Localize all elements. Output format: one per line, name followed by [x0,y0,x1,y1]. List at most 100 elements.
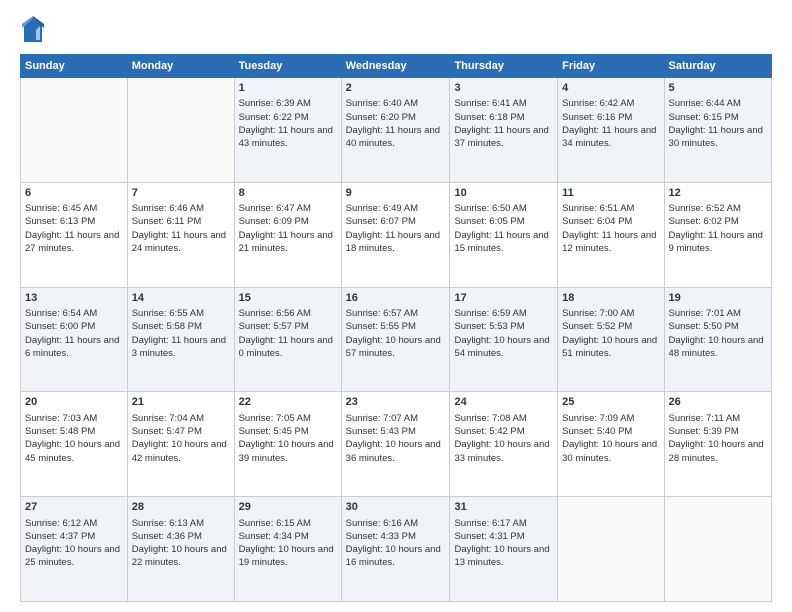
day-number: 12 [669,186,767,201]
day-number: 9 [346,186,446,201]
day-number: 2 [346,81,446,96]
day-info: Sunrise: 6:59 AM Sunset: 5:53 PM Dayligh… [454,307,553,360]
day-info: Sunrise: 6:40 AM Sunset: 6:20 PM Dayligh… [346,97,446,150]
calendar-cell: 17Sunrise: 6:59 AM Sunset: 5:53 PM Dayli… [450,287,558,392]
calendar-cell: 20Sunrise: 7:03 AM Sunset: 5:48 PM Dayli… [21,392,128,497]
calendar-cell: 5Sunrise: 6:44 AM Sunset: 6:15 PM Daylig… [664,78,771,183]
day-info: Sunrise: 7:07 AM Sunset: 5:43 PM Dayligh… [346,412,446,465]
day-info: Sunrise: 6:51 AM Sunset: 6:04 PM Dayligh… [562,202,659,255]
header-saturday: Saturday [664,55,771,78]
day-info: Sunrise: 6:49 AM Sunset: 6:07 PM Dayligh… [346,202,446,255]
day-number: 3 [454,81,553,96]
day-info: Sunrise: 6:12 AM Sunset: 4:37 PM Dayligh… [25,517,123,570]
day-info: Sunrise: 6:56 AM Sunset: 5:57 PM Dayligh… [239,307,337,360]
day-number: 24 [454,395,553,410]
header-friday: Friday [558,55,664,78]
calendar-cell: 10Sunrise: 6:50 AM Sunset: 6:05 PM Dayli… [450,182,558,287]
day-info: Sunrise: 6:57 AM Sunset: 5:55 PM Dayligh… [346,307,446,360]
calendar-cell: 31 Sunrise: 6:17 AM Sunset: 4:31 PM Dayli… [450,497,558,602]
day-info: Sunrise: 7:00 AM Sunset: 5:52 PM Dayligh… [562,307,659,360]
header-tuesday: Tuesday [234,55,341,78]
header [20,16,772,44]
calendar-cell [558,497,664,602]
day-info: Sunrise: 6:44 AM Sunset: 6:15 PM Dayligh… [669,97,767,150]
calendar-cell: 14Sunrise: 6:55 AM Sunset: 5:58 PM Dayli… [127,287,234,392]
calendar-week-row: 20Sunrise: 7:03 AM Sunset: 5:48 PM Dayli… [21,392,772,497]
day-info: Sunrise: 6:41 AM Sunset: 6:18 PM Dayligh… [454,97,553,150]
calendar-cell: 23Sunrise: 7:07 AM Sunset: 5:43 PM Dayli… [341,392,450,497]
day-info: Sunrise: 7:05 AM Sunset: 5:45 PM Dayligh… [239,412,337,465]
calendar-week-row: 27 Sunrise: 6:12 AM Sunset: 4:37 PM Dayli… [21,497,772,602]
day-number: 4 [562,81,659,96]
calendar-cell: 30 Sunrise: 6:16 AM Sunset: 4:33 PM Dayli… [341,497,450,602]
calendar-cell [664,497,771,602]
calendar-cell: 24 Sunrise: 7:08 AM Sunset: 5:42 PM Dayli… [450,392,558,497]
day-number: 19 [669,291,767,306]
calendar-cell: 22 Sunrise: 7:05 AM Sunset: 5:45 PM Dayli… [234,392,341,497]
day-info: Sunrise: 7:04 AM Sunset: 5:47 PM Dayligh… [132,412,230,465]
day-number: 29 [239,500,337,515]
day-number: 6 [25,186,123,201]
day-info: Sunrise: 6:55 AM Sunset: 5:58 PM Dayligh… [132,307,230,360]
calendar-cell: 25 Sunrise: 7:09 AM Sunset: 5:40 PM Dayli… [558,392,664,497]
calendar-week-row: 6Sunrise: 6:45 AM Sunset: 6:13 PM Daylig… [21,182,772,287]
day-number: 10 [454,186,553,201]
day-number: 30 [346,500,446,515]
calendar-cell: 27 Sunrise: 6:12 AM Sunset: 4:37 PM Dayli… [21,497,128,602]
calendar-cell: 12Sunrise: 6:52 AM Sunset: 6:02 PM Dayli… [664,182,771,287]
header-thursday: Thursday [450,55,558,78]
calendar-cell [21,78,128,183]
calendar-cell: 8Sunrise: 6:47 AM Sunset: 6:09 PM Daylig… [234,182,341,287]
day-info: Sunrise: 7:08 AM Sunset: 5:42 PM Dayligh… [454,412,553,465]
day-info: Sunrise: 6:13 AM Sunset: 4:36 PM Dayligh… [132,517,230,570]
calendar-cell: 7Sunrise: 6:46 AM Sunset: 6:11 PM Daylig… [127,182,234,287]
calendar-cell: 18Sunrise: 7:00 AM Sunset: 5:52 PM Dayli… [558,287,664,392]
calendar-week-row: 13Sunrise: 6:54 AM Sunset: 6:00 PM Dayli… [21,287,772,392]
day-number: 8 [239,186,337,201]
day-number: 18 [562,291,659,306]
day-number: 1 [239,81,337,96]
calendar-cell: 3Sunrise: 6:41 AM Sunset: 6:18 PM Daylig… [450,78,558,183]
day-info: Sunrise: 6:17 AM Sunset: 4:31 PM Dayligh… [454,517,553,570]
day-number: 7 [132,186,230,201]
day-info: Sunrise: 7:01 AM Sunset: 5:50 PM Dayligh… [669,307,767,360]
day-info: Sunrise: 6:42 AM Sunset: 6:16 PM Dayligh… [562,97,659,150]
day-number: 26 [669,395,767,410]
day-info: Sunrise: 6:16 AM Sunset: 4:33 PM Dayligh… [346,517,446,570]
calendar-cell: 4Sunrise: 6:42 AM Sunset: 6:16 PM Daylig… [558,78,664,183]
calendar-cell: 19Sunrise: 7:01 AM Sunset: 5:50 PM Dayli… [664,287,771,392]
day-number: 28 [132,500,230,515]
calendar-cell: 11Sunrise: 6:51 AM Sunset: 6:04 PM Dayli… [558,182,664,287]
logo [20,16,46,44]
header-sunday: Sunday [21,55,128,78]
day-info: Sunrise: 7:09 AM Sunset: 5:40 PM Dayligh… [562,412,659,465]
day-number: 16 [346,291,446,306]
calendar-table: SundayMondayTuesdayWednesdayThursdayFrid… [20,54,772,602]
day-number: 17 [454,291,553,306]
calendar-cell: 15Sunrise: 6:56 AM Sunset: 5:57 PM Dayli… [234,287,341,392]
day-info: Sunrise: 6:15 AM Sunset: 4:34 PM Dayligh… [239,517,337,570]
day-info: Sunrise: 6:54 AM Sunset: 6:00 PM Dayligh… [25,307,123,360]
calendar-cell: 6Sunrise: 6:45 AM Sunset: 6:13 PM Daylig… [21,182,128,287]
day-number: 22 [239,395,337,410]
day-number: 27 [25,500,123,515]
day-number: 15 [239,291,337,306]
day-number: 25 [562,395,659,410]
calendar-cell [127,78,234,183]
day-info: Sunrise: 6:39 AM Sunset: 6:22 PM Dayligh… [239,97,337,150]
header-wednesday: Wednesday [341,55,450,78]
day-info: Sunrise: 7:03 AM Sunset: 5:48 PM Dayligh… [25,412,123,465]
day-info: Sunrise: 6:46 AM Sunset: 6:11 PM Dayligh… [132,202,230,255]
header-monday: Monday [127,55,234,78]
calendar-cell: 29 Sunrise: 6:15 AM Sunset: 4:34 PM Dayli… [234,497,341,602]
calendar-cell: 13Sunrise: 6:54 AM Sunset: 6:00 PM Dayli… [21,287,128,392]
day-info: Sunrise: 6:47 AM Sunset: 6:09 PM Dayligh… [239,202,337,255]
calendar-week-row: 1Sunrise: 6:39 AM Sunset: 6:22 PM Daylig… [21,78,772,183]
day-number: 31 [454,500,553,515]
day-info: Sunrise: 6:45 AM Sunset: 6:13 PM Dayligh… [25,202,123,255]
day-number: 14 [132,291,230,306]
day-info: Sunrise: 6:52 AM Sunset: 6:02 PM Dayligh… [669,202,767,255]
calendar-cell: 1Sunrise: 6:39 AM Sunset: 6:22 PM Daylig… [234,78,341,183]
day-number: 13 [25,291,123,306]
day-number: 11 [562,186,659,201]
